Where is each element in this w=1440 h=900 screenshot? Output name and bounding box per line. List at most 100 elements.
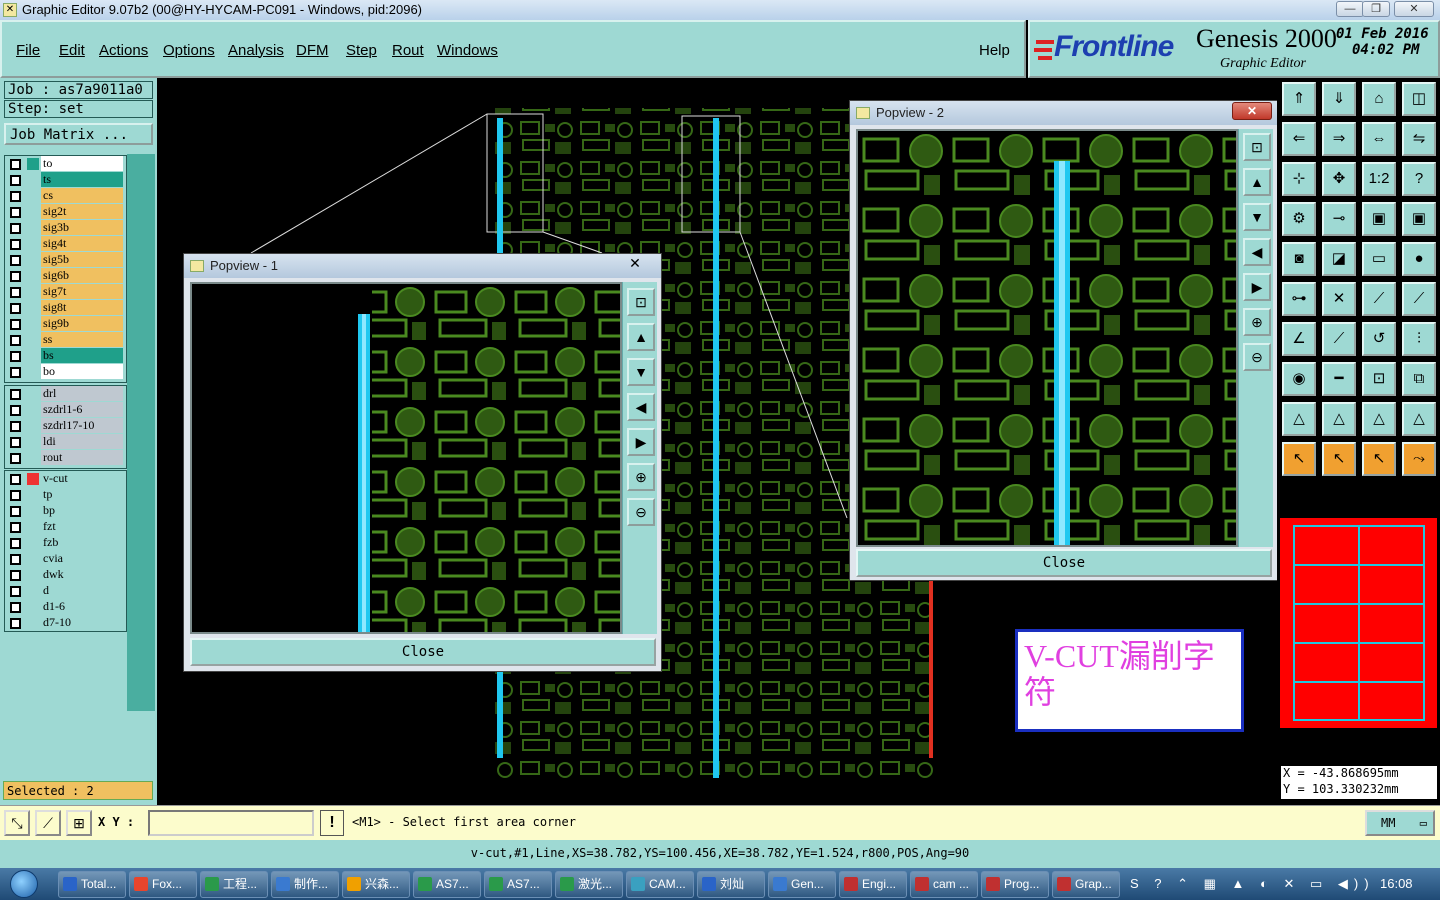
split-icon[interactable]: ⫶ [1402,322,1436,356]
taskbar-item[interactable]: 兴森... [342,871,410,898]
popview-zoom-in-icon[interactable]: ⊕ [627,463,655,491]
grid-snap-icon[interactable]: ⊞ [66,810,92,836]
layer-row-sig3b[interactable]: sig3b [5,220,126,236]
menu-help[interactable]: Help [979,42,1010,59]
taskbar-item[interactable]: Gen... [768,871,836,898]
pad-icon[interactable]: ◙ [1282,242,1316,276]
popview-2-close-x-button[interactable]: ✕ [1232,102,1272,120]
popview-2-canvas[interactable] [856,129,1238,547]
popview-2-window[interactable]: Popview - 2 ✕ ⊡ ▲ ▼ ◀ ▶ ⊕ ⊖ Close [849,100,1278,581]
layer-row-fzb[interactable]: fzb [5,535,126,551]
help-icon[interactable]: ? [1402,162,1436,196]
popview-pan-down-icon[interactable]: ▼ [1243,203,1271,231]
popview-pan-up-icon[interactable]: ▲ [627,323,655,351]
settings-icon[interactable]: ⚙ [1282,202,1316,236]
layer-checkbox[interactable] [10,367,21,378]
layer-row-bp[interactable]: bp [5,503,126,519]
grid-red2-icon[interactable]: ▣ [1402,202,1436,236]
clock[interactable]: 16:08 [1380,876,1413,891]
layer-checkbox[interactable] [10,287,21,298]
menu-windows[interactable]: Windows [437,42,498,59]
layer-row-bs[interactable]: bs [5,348,126,364]
layer-row-sig5b[interactable]: sig5b [5,252,126,268]
popview-pan-left-icon[interactable]: ◀ [1243,238,1271,266]
layer-checkbox[interactable] [10,303,21,314]
taskbar-item[interactable]: cam ... [910,871,978,898]
layer-checkbox[interactable] [10,554,21,565]
layer-checkbox[interactable] [10,223,21,234]
maximize-button[interactable]: ❐ [1362,1,1390,17]
layer-row-sig9b[interactable]: sig9b [5,316,126,332]
menu-file[interactable]: File [16,42,40,59]
layer-checkbox[interactable] [10,175,21,186]
swap-icon[interactable]: ⇋ [1402,122,1436,156]
layer-checkbox[interactable] [10,191,21,202]
taskbar-item[interactable]: 制作... [271,871,339,898]
layer-row-bo[interactable]: bo [5,364,126,380]
taskbar-item[interactable]: AS7... [484,871,552,898]
layer-checkbox[interactable] [10,522,21,533]
layer-row-tp[interactable]: tp [5,487,126,503]
scale-icon[interactable]: 1:2 [1362,162,1396,196]
layer-checkbox[interactable] [10,271,21,282]
popview-zoom-fit-icon[interactable]: ⊡ [627,288,655,316]
layer-scrollbar[interactable] [127,154,155,711]
menu-edit[interactable]: Edit [59,42,85,59]
cross-icon[interactable]: ✕ [1322,282,1356,316]
layer-row-rout[interactable]: rout [5,450,126,466]
zoom-fit-icon[interactable]: ⤡ [4,810,30,836]
triangle-arrow-icon[interactable]: △ [1402,402,1436,436]
taskbar-item[interactable]: Grap... [1052,871,1120,898]
slash-icon[interactable]: ⟋ [1322,322,1356,356]
popview-pan-up-icon[interactable]: ▲ [1243,168,1271,196]
xy-input[interactable] [148,810,314,836]
popview-pan-down-icon[interactable]: ▼ [627,358,655,386]
layer-row-drl[interactable]: drl [5,386,126,402]
layer-checkbox[interactable] [10,207,21,218]
key-icon[interactable]: ⊸ [1322,202,1356,236]
popview-zoom-fit-icon[interactable]: ⊡ [1243,133,1271,161]
home-icon[interactable]: ⌂ [1362,82,1396,116]
node-icon[interactable]: ⊶ [1282,282,1316,316]
popview-zoom-out-icon[interactable]: ⊖ [1243,343,1271,371]
layer-checkbox[interactable] [10,239,21,250]
warning-icon[interactable]: ! [320,810,344,836]
layer-row-szdrl17-10[interactable]: szdrl17-10 [5,418,126,434]
start-button[interactable] [4,868,48,900]
job-matrix-button[interactable]: Job Matrix ... [4,123,153,145]
rotate-icon[interactable]: ↺ [1362,322,1396,356]
menu-options[interactable]: Options [163,42,215,59]
panel-preview[interactable] [1280,518,1437,728]
taskbar-item[interactable]: CAM... [626,871,694,898]
layer-checkbox[interactable] [10,474,21,485]
mirror-icon[interactable]: ⇔ [1362,122,1396,156]
layer-checkbox[interactable] [10,351,21,362]
menu-analysis[interactable]: Analysis [228,42,284,59]
move-left-icon[interactable]: ⇐ [1282,122,1316,156]
taskbar-item[interactable]: Prog... [981,871,1049,898]
menu-step[interactable]: Step [346,42,377,59]
layer-checkbox[interactable] [10,602,21,613]
tray-icons[interactable]: S ? ⌃ ▦ ▲ ◐ ✕ ▭ ◀)) ⚑ [1130,876,1375,900]
taskbar-item[interactable]: 激光... [555,871,623,898]
close-window-button[interactable]: ✕ [1394,1,1434,17]
layer-checkbox[interactable] [10,389,21,400]
cursor-alt-icon[interactable]: ↖ [1362,442,1396,476]
layer-checkbox[interactable] [10,506,21,517]
popview-2-titlebar[interactable]: Popview - 2 [850,101,1277,125]
taskbar-item[interactable]: 刘灿 [697,871,765,898]
layer-checkbox[interactable] [10,405,21,416]
layer-row-ss[interactable]: ss [5,332,126,348]
layer-checkbox[interactable] [10,255,21,266]
triangle-blue-icon[interactable]: △ [1362,402,1396,436]
minimize-button[interactable]: — [1336,1,1364,17]
layer-checkbox[interactable] [10,319,21,330]
popview-1-titlebar[interactable]: Popview - 1 [184,254,661,278]
taskbar-item[interactable]: Fox... [129,871,197,898]
popview-pan-right-icon[interactable]: ▶ [1243,273,1271,301]
popview-1-canvas[interactable] [190,282,622,634]
cursor-select-icon[interactable]: ↖ [1322,442,1356,476]
layer-row-sig6b[interactable]: sig6b [5,268,126,284]
dot-icon[interactable]: ◉ [1282,362,1316,396]
popview-2-close-button[interactable]: Close [856,549,1272,577]
